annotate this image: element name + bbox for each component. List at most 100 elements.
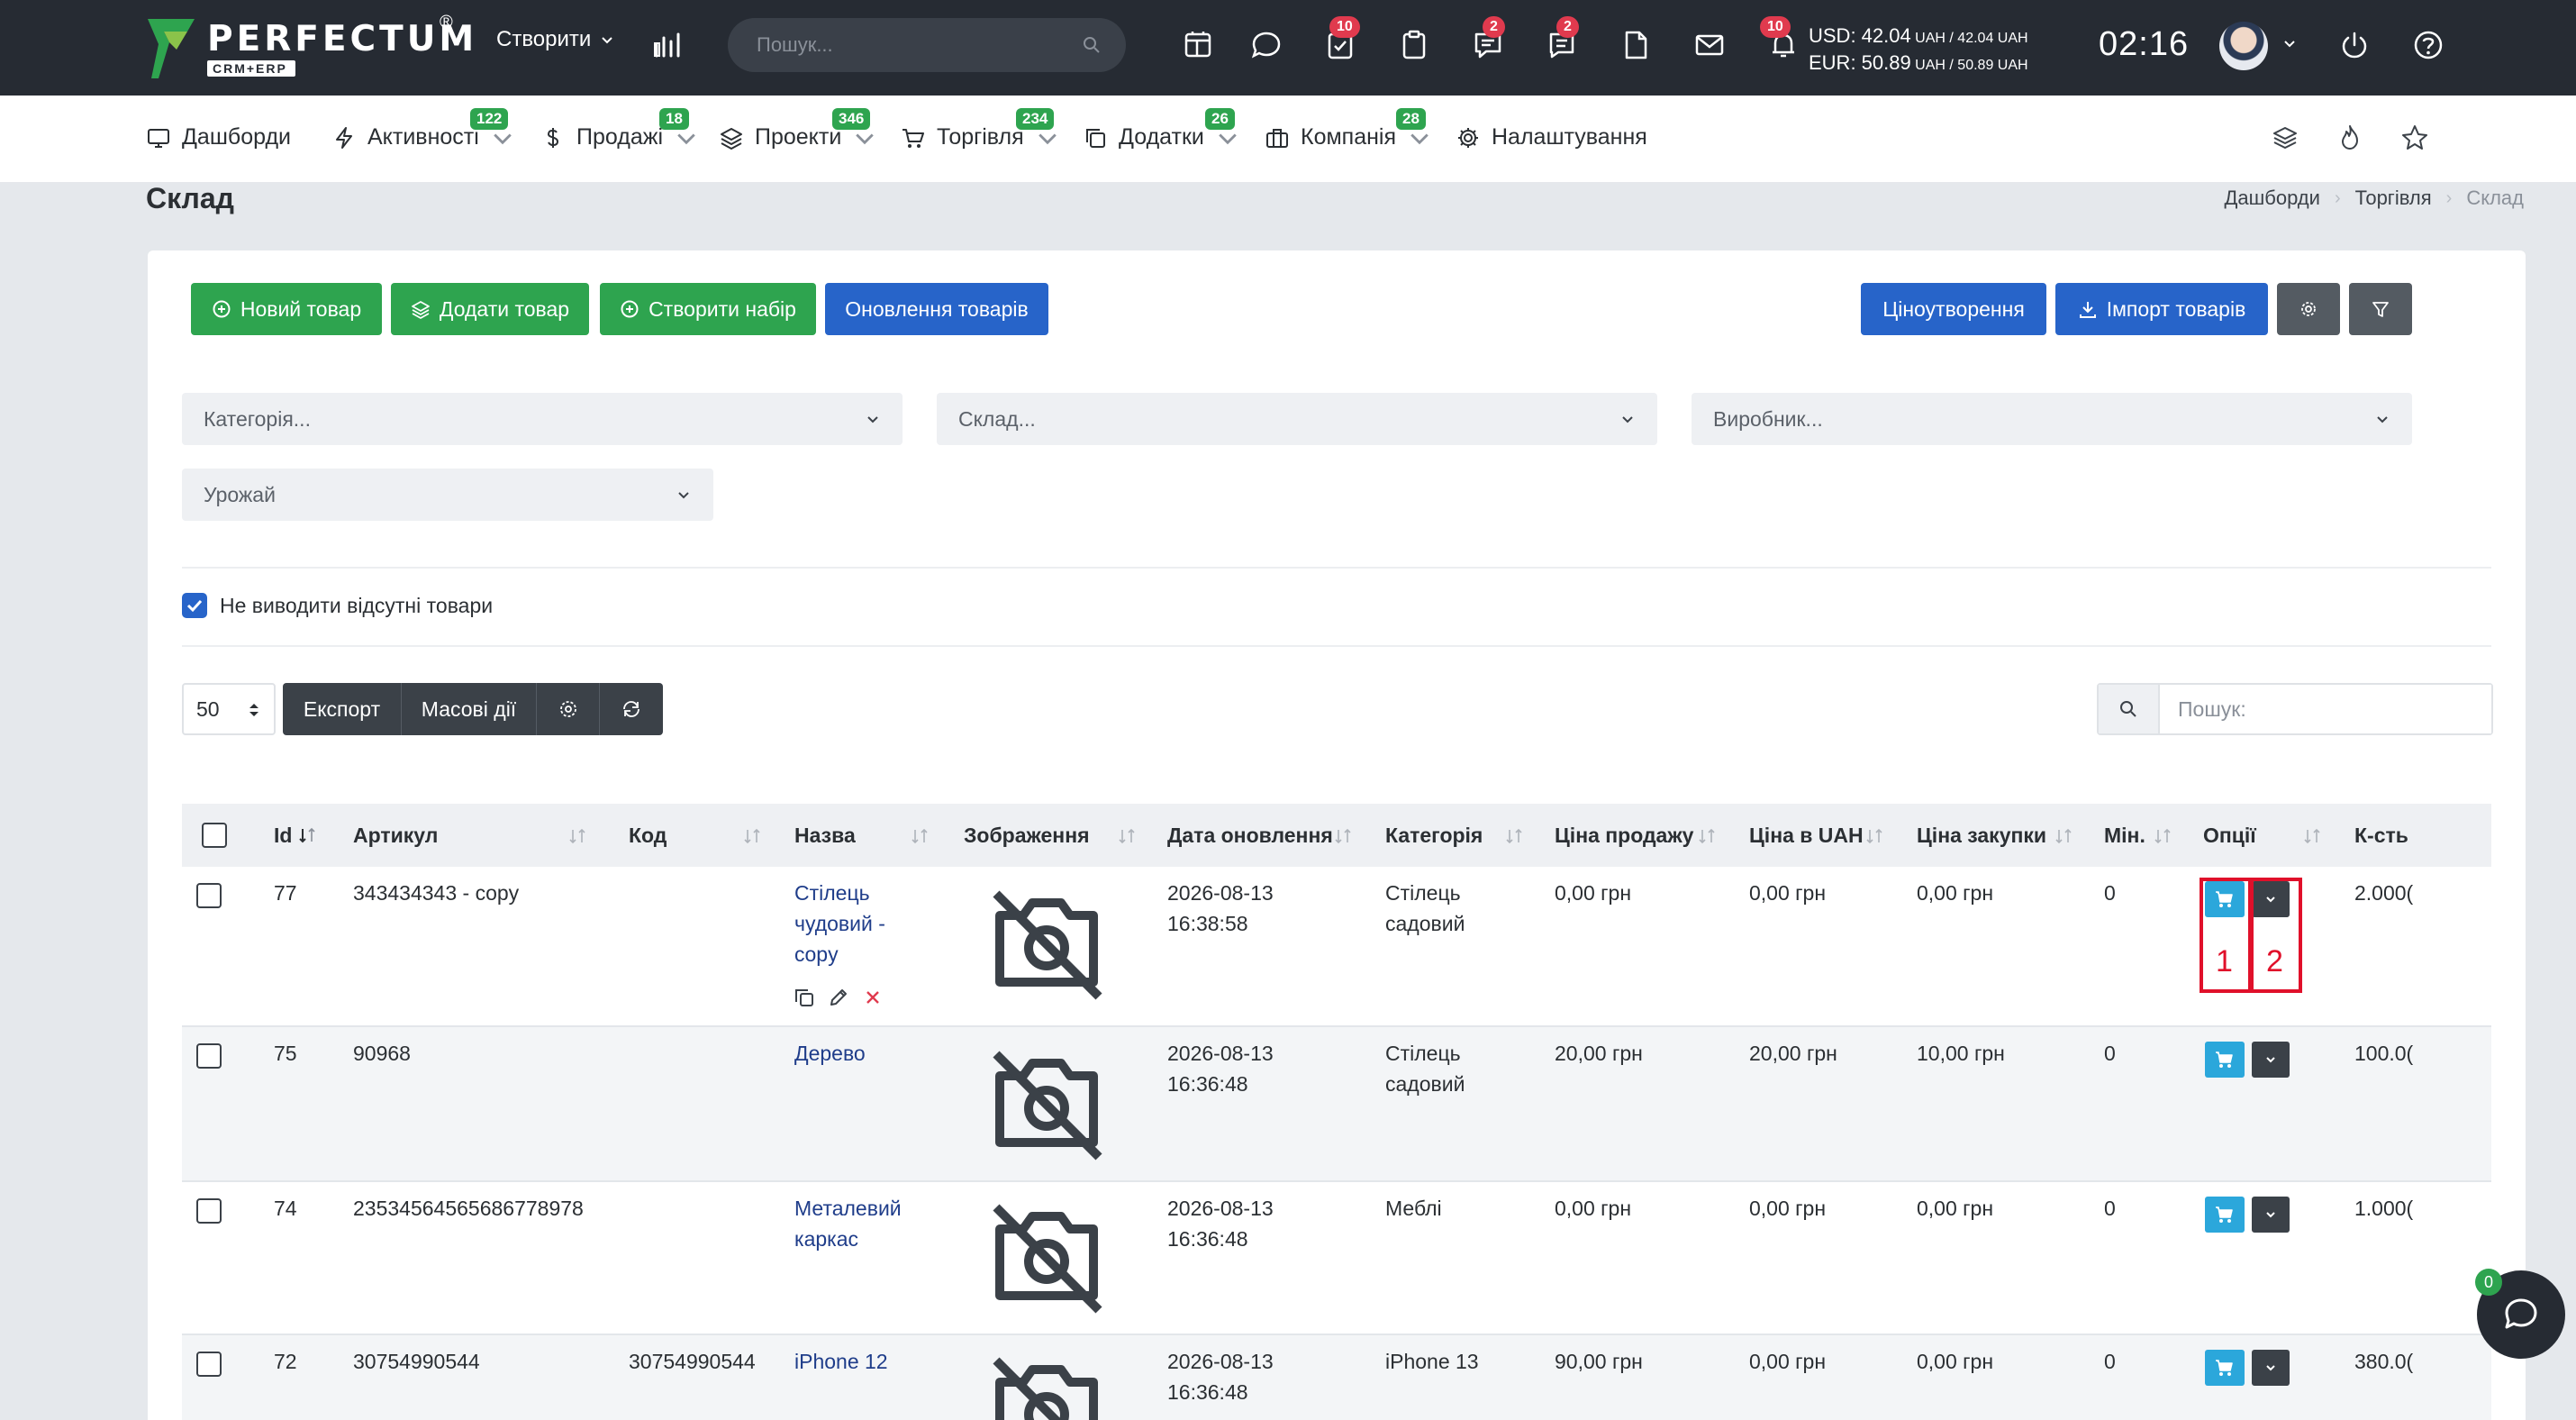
- sort-icon[interactable]: [2302, 827, 2322, 845]
- warehouse-select[interactable]: Склад...: [937, 393, 1657, 445]
- comments-icon[interactable]: 2: [1470, 16, 1506, 63]
- chat-bubble-icon[interactable]: [1248, 27, 1284, 63]
- sort-icon[interactable]: [567, 827, 587, 845]
- category-select[interactable]: Категорія...: [182, 393, 903, 445]
- breadcrumb-item[interactable]: Торгівля: [2355, 187, 2432, 210]
- nav-item-dashboards[interactable]: Дашборди: [146, 124, 291, 150]
- col-qty[interactable]: К-сть: [2354, 804, 2408, 867]
- add-product-button[interactable]: Додати товар: [391, 283, 589, 335]
- bar-chart-icon[interactable]: [652, 29, 685, 61]
- pricing-button[interactable]: Ціноутворення: [1861, 283, 2046, 335]
- add-to-cart-button[interactable]: [2205, 1350, 2245, 1386]
- settings-button[interactable]: [2277, 283, 2340, 335]
- row-options-dropdown-button[interactable]: [2252, 1042, 2290, 1078]
- add-to-cart-button[interactable]: [2205, 1042, 2245, 1078]
- nav-item-projects[interactable]: Проекти 346: [719, 108, 877, 150]
- hide-missing-checkbox[interactable]: [182, 593, 207, 618]
- column-settings-button[interactable]: [537, 683, 600, 735]
- export-button[interactable]: Експорт: [283, 683, 402, 735]
- calendar-icon[interactable]: [1180, 27, 1216, 63]
- nav-item-addons[interactable]: Додатки 26: [1083, 108, 1240, 150]
- breadcrumb-item[interactable]: Дашборди: [2224, 187, 2319, 210]
- row-options-dropdown-button[interactable]: [2252, 1197, 2290, 1233]
- row-checkbox[interactable]: [196, 1352, 222, 1377]
- avatar[interactable]: [2219, 22, 2268, 70]
- col-sale-price[interactable]: Ціна продажу: [1555, 804, 1693, 867]
- star-icon[interactable]: [2399, 123, 2430, 153]
- col-min[interactable]: Мін.: [2104, 804, 2145, 867]
- create-menu-label: Створити: [496, 27, 592, 51]
- row-checkbox[interactable]: [196, 1198, 222, 1224]
- global-search-input[interactable]: [728, 18, 1126, 72]
- notifications-badge: 10: [1760, 16, 1791, 38]
- search-icon[interactable]: [1081, 34, 1102, 56]
- logo[interactable]: PERFECTUM CRM+ERP: [146, 16, 477, 81]
- row-options-dropdown-button[interactable]: [2252, 1350, 2290, 1386]
- col-updated[interactable]: Дата оновлення: [1167, 804, 1333, 867]
- sort-icon[interactable]: [1864, 827, 1884, 845]
- table-header: Id Артикул Код Назва Зображення Дата оно…: [182, 804, 2491, 867]
- check-icon: [186, 599, 203, 613]
- select-all-checkbox[interactable]: [202, 823, 227, 848]
- col-name[interactable]: Назва: [794, 804, 856, 867]
- sort-icon[interactable]: [910, 827, 930, 845]
- flame-icon[interactable]: [2335, 123, 2365, 153]
- sort-icon[interactable]: [742, 827, 762, 845]
- nav-item-settings[interactable]: Налаштування: [1456, 124, 1647, 150]
- bell-icon[interactable]: 10: [1760, 16, 1801, 63]
- create-set-button[interactable]: Створити набір: [600, 283, 816, 335]
- col-code[interactable]: Код: [629, 804, 667, 867]
- messages-icon[interactable]: 2: [1544, 16, 1580, 63]
- copy-icon[interactable]: [793, 986, 816, 1009]
- nav-item-sales[interactable]: Продажі 18: [540, 108, 699, 150]
- table-search[interactable]: [2097, 683, 2493, 735]
- manufacturer-select[interactable]: Виробник...: [1692, 393, 2412, 445]
- sort-icon[interactable]: [1333, 827, 1353, 845]
- refresh-button[interactable]: [600, 683, 663, 735]
- mail-icon[interactable]: [1692, 27, 1728, 63]
- clipboard-icon[interactable]: [1396, 27, 1432, 63]
- row-checkbox[interactable]: [196, 883, 222, 908]
- sort-icon[interactable]: [1697, 827, 1717, 845]
- bulk-actions-button[interactable]: Масові дії: [402, 683, 537, 735]
- table-search-input[interactable]: [2160, 685, 2491, 733]
- per-page-select[interactable]: 50: [182, 683, 276, 735]
- divider: [182, 567, 2491, 569]
- help-icon[interactable]: [2410, 27, 2446, 63]
- update-products-button[interactable]: Оновлення товарів: [825, 283, 1048, 335]
- edit-icon[interactable]: [827, 986, 850, 1009]
- cell-name-link[interactable]: iPhone 12: [794, 1346, 888, 1377]
- new-product-button[interactable]: Новий товар: [191, 283, 382, 335]
- gear-icon: [559, 701, 576, 717]
- create-menu[interactable]: Створити: [496, 27, 614, 52]
- cell-name-link[interactable]: Дерево: [794, 1038, 866, 1069]
- import-products-button[interactable]: Імпорт товарів: [2055, 283, 2268, 335]
- nav-item-activities[interactable]: Активності 122: [331, 108, 515, 150]
- sort-icon[interactable]: [2153, 827, 2172, 845]
- global-search[interactable]: [728, 18, 1126, 72]
- col-category[interactable]: Категорія: [1385, 804, 1483, 867]
- col-price-uah[interactable]: Ціна в UAH: [1749, 804, 1864, 867]
- col-image[interactable]: Зображення: [964, 804, 1090, 867]
- sort-icon[interactable]: [2054, 827, 2073, 845]
- chevron-down-icon[interactable]: [2281, 34, 2299, 52]
- col-sku[interactable]: Артикул: [353, 804, 438, 867]
- layers-icon[interactable]: [2270, 123, 2300, 153]
- add-to-cart-button[interactable]: [2205, 1197, 2245, 1233]
- cell-purchase-price: 0,00 грн: [1917, 1350, 1994, 1373]
- delete-icon[interactable]: [861, 986, 884, 1009]
- row-checkbox[interactable]: [196, 1043, 222, 1069]
- document-icon[interactable]: [1618, 27, 1654, 63]
- sort-icon[interactable]: [1504, 827, 1524, 845]
- nav-item-trade[interactable]: Торгівля 234: [901, 108, 1060, 150]
- tasks-icon[interactable]: 10: [1322, 16, 1360, 63]
- harvest-select[interactable]: Урожай: [182, 469, 713, 521]
- filter-button[interactable]: [2349, 283, 2412, 335]
- nav-item-company[interactable]: Компанія 28: [1265, 108, 1432, 150]
- col-purchase-price[interactable]: Ціна закупки: [1917, 804, 2046, 867]
- cell-name-link[interactable]: Стілець чудовий - copy: [794, 878, 885, 969]
- power-icon[interactable]: [2336, 27, 2372, 63]
- col-id[interactable]: Id: [274, 804, 316, 867]
- cell-name-link[interactable]: Металевий каркас: [794, 1193, 902, 1254]
- sort-icon[interactable]: [1117, 827, 1137, 845]
